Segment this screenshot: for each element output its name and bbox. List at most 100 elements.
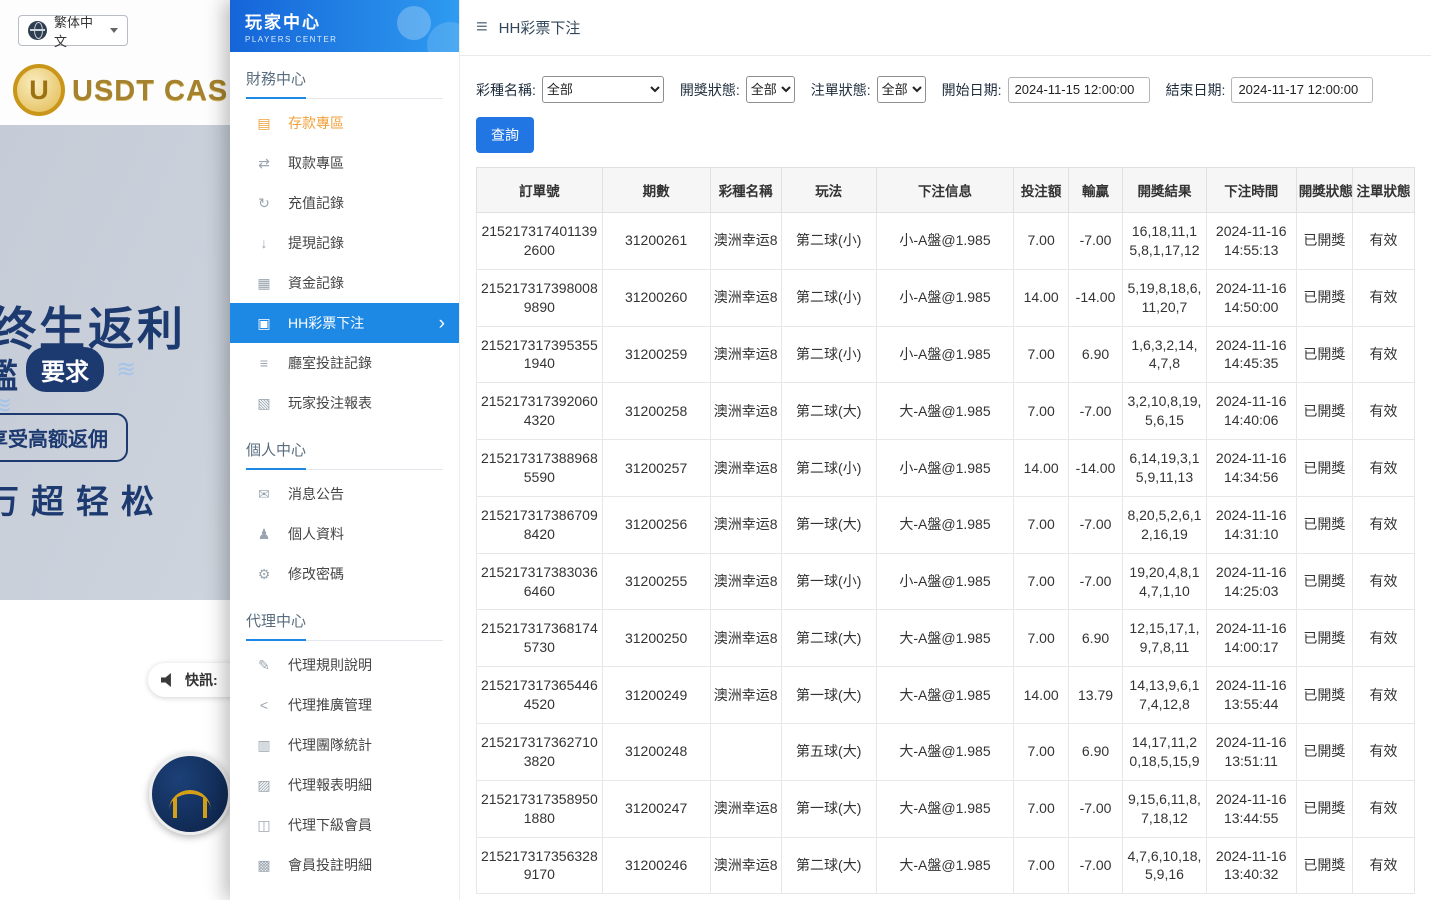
cell-win-loss: -7.00 [1068,553,1122,610]
cell-order-no: 2152173173627103820 [477,724,603,781]
cell-lottery-name: 澳洲幸运8 [710,553,781,610]
lottery-bet-icon: ▣ [255,315,273,332]
cell-draw-result: 8,20,5,2,6,12,16,19 [1123,496,1206,553]
player-center-panel: 玩家中心 PLAYERS CENTER 財務中心▤存款專區⇄取款專區↻充值記錄↓… [230,0,1431,900]
cell-order-status: 有效 [1353,326,1415,383]
table-row: 215217317365446452031200249澳洲幸运8第一球(大)大-… [477,667,1415,724]
cell-play-type: 第二球(小) [781,213,876,270]
cell-win-loss: -7.00 [1068,496,1122,553]
cell-order-no: 2152173173654464520 [477,667,603,724]
sidebar-item-funds-record[interactable]: ▦資金記錄 [230,263,459,303]
cell-draw-result: 19,20,4,8,14,7,1,10 [1123,553,1206,610]
sidebar-item-member-bet-detail[interactable]: ▩會員投註明細 [230,845,459,885]
cell-order-status: 有效 [1353,724,1415,781]
cell-bet-info: 大-A盤@1.985 [876,780,1014,837]
sidebar-section-title: 財務中心 [246,68,443,99]
cell-period: 31200257 [602,440,710,497]
sidebar-item-withdraw[interactable]: ⇄取款專區 [230,143,459,183]
sidebar-item-agent-rules[interactable]: ✎代理規則說明 [230,645,459,685]
cell-draw-result: 3,2,10,8,19,5,6,15 [1123,383,1206,440]
cell-order-no: 2152173173681745730 [477,610,603,667]
cell-order-no: 2152173174011392600 [477,213,603,270]
cell-draw-status: 已開獎 [1296,269,1352,326]
sidebar-item-label: 代理推廣管理 [288,695,372,715]
cell-draw-status: 已開獎 [1296,440,1352,497]
cell-order-status: 有效 [1353,553,1415,610]
sidebar-item-hall-bet-record[interactable]: ≡廳室投註記錄 [230,343,459,383]
table-row: 215217317398008989031200260澳洲幸运8第二球(小)小-… [477,269,1415,326]
agent-team-stats-icon: ▥ [255,737,273,754]
cell-draw-result: 14,17,11,20,18,5,15,9 [1123,724,1206,781]
col-header-draw-result: 開獎結果 [1123,168,1206,213]
cell-draw-result: 5,19,8,18,6,11,20,7 [1123,269,1206,326]
cell-lottery-name: 澳洲幸运8 [710,440,781,497]
banner-outline-pill: 可享受高额返佣 [0,413,128,462]
menu-toggle-icon[interactable]: ≡ [476,16,488,39]
member-bet-detail-icon: ▩ [255,857,273,874]
cell-bet-time: 2024-11-16 14:25:03 [1206,553,1296,610]
table-row: 215217317386709842031200256澳洲幸运8第一球(大)大-… [477,496,1415,553]
language-selector[interactable]: 繁体中文 [18,15,128,46]
sidebar-item-recharge-record[interactable]: ↻充值記錄 [230,183,459,223]
cell-lottery-name: 澳洲幸运8 [710,610,781,667]
col-header-bet-time: 下注時間 [1206,168,1296,213]
sidebar-item-cashout-record[interactable]: ↓提現記錄 [230,223,459,263]
sidebar-item-password-gear[interactable]: ⚙修改密碼 [230,554,459,594]
cell-order-no: 2152173173980089890 [477,269,603,326]
sidebar-item-deposit[interactable]: ▤存款專區 [230,103,459,143]
cell-play-type: 第二球(小) [781,269,876,326]
chevron-right-icon: › [439,314,445,333]
cell-bet-amount: 7.00 [1014,610,1068,667]
funds-record-icon: ▦ [255,275,273,292]
table-header-row: 訂單號期數彩種名稱玩法下注信息投注額輸贏開獎結果下注時間開獎狀態注單狀態 [477,168,1415,213]
cell-draw-status: 已開獎 [1296,724,1352,781]
cell-draw-result: 9,15,6,11,8,7,18,12 [1123,780,1206,837]
start-date-input[interactable] [1008,77,1150,103]
cell-play-type: 第一球(小) [781,553,876,610]
cell-play-type: 第一球(大) [781,667,876,724]
cell-draw-result: 1,6,3,2,14,4,7,8 [1123,326,1206,383]
cell-period: 31200255 [602,553,710,610]
sidebar-item-player-report[interactable]: ▧玩家投注報表 [230,383,459,423]
agent-promotion-share-icon: < [255,697,273,713]
search-button[interactable]: 查詢 [476,117,534,153]
lottery-name-select[interactable]: 全部 [542,76,664,103]
cell-period: 31200260 [602,269,710,326]
recharge-record-icon: ↻ [255,195,273,212]
cell-bet-amount: 7.00 [1014,724,1068,781]
sidebar-item-lottery-bet[interactable]: ▣HH彩票下注› [230,303,459,343]
cell-win-loss: 6.90 [1068,326,1122,383]
table-row: 215217317362710382031200248第五球(大)大-A盤@1.… [477,724,1415,781]
cell-lottery-name: 澳洲幸运8 [710,383,781,440]
password-gear-icon: ⚙ [255,566,273,583]
sidebar-section-title: 代理中心 [246,610,443,641]
sidebar-item-agent-members[interactable]: ◫代理下級會員 [230,805,459,845]
sidebar-item-profile-user[interactable]: ♟個人資料 [230,514,459,554]
player-report-icon: ▧ [255,395,273,412]
cell-order-status: 有效 [1353,383,1415,440]
table-row: 215217317401139260031200261澳洲幸运8第二球(小)小-… [477,213,1415,270]
lottery-name-label: 彩種名稱: [476,80,536,100]
sidebar: 玩家中心 PLAYERS CENTER 財務中心▤存款專區⇄取款專區↻充值記錄↓… [230,0,460,900]
cell-bet-info: 大-A盤@1.985 [876,383,1014,440]
cell-bet-amount: 7.00 [1014,326,1068,383]
cell-bet-info: 小-A盤@1.985 [876,213,1014,270]
sidebar-item-agent-team-stats[interactable]: ▥代理團隊統計 [230,725,459,765]
draw-status-select[interactable]: 全部 [746,76,795,103]
floating-site-logo[interactable] [149,753,231,835]
end-date-input[interactable] [1231,77,1373,103]
table-row: 215217317388968559031200257澳洲幸运8第二球(小)小-… [477,440,1415,497]
cell-bet-amount: 7.00 [1014,496,1068,553]
sidebar-item-label: 個人資料 [288,524,344,544]
sidebar-item-agent-report[interactable]: ▨代理報表明細 [230,765,459,805]
cell-order-status: 有效 [1353,667,1415,724]
cell-bet-time: 2024-11-16 14:45:35 [1206,326,1296,383]
sidebar-item-announcement-bell[interactable]: ✉消息公告 [230,474,459,514]
cell-bet-time: 2024-11-16 14:55:13 [1206,213,1296,270]
col-header-play-type: 玩法 [781,168,876,213]
col-header-period: 期數 [602,168,710,213]
sidebar-item-agent-promotion-share[interactable]: < 代理推廣管理 [230,685,459,725]
order-status-select[interactable]: 全部 [877,76,926,103]
cell-bet-time: 2024-11-16 14:31:10 [1206,496,1296,553]
cell-lottery-name: 澳洲幸运8 [710,496,781,553]
